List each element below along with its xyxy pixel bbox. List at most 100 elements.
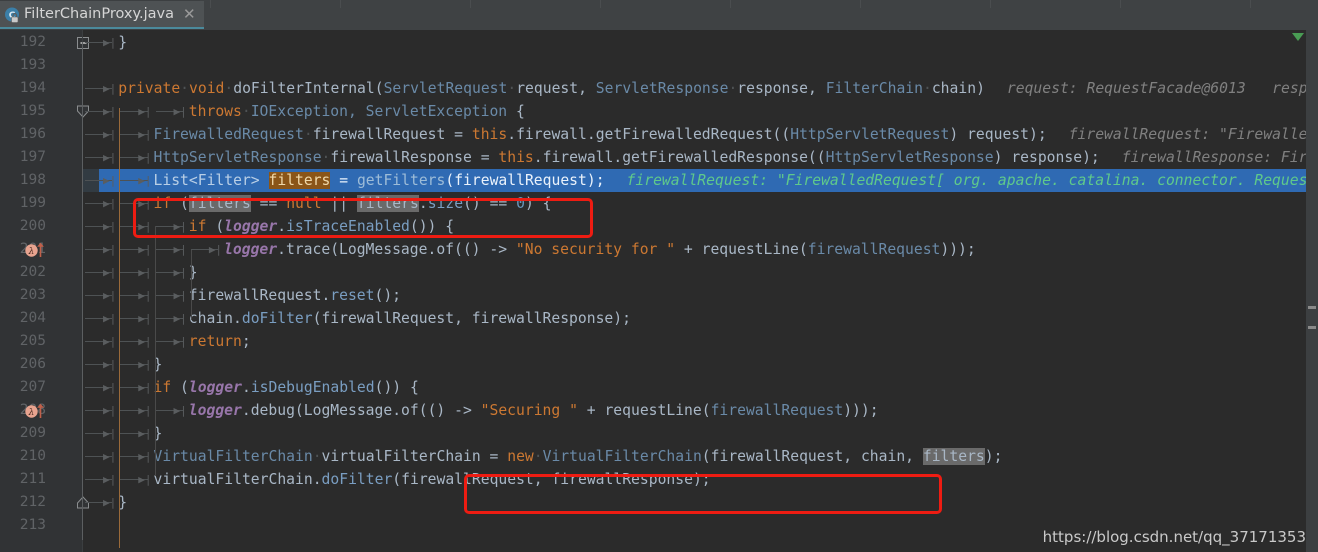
code-token: . [507, 126, 517, 143]
tab-whitespace-indicator: ▶| [154, 284, 189, 307]
code-token: IOException, [250, 103, 366, 120]
code-token: this [498, 149, 534, 166]
tab-whitespace-indicator: ▶| [189, 238, 224, 261]
code-token: ServletException [365, 103, 508, 120]
whitespace-dot: · [303, 126, 313, 143]
code-token: FilterChain [825, 80, 923, 97]
code-line[interactable]: ▶| private·void·doFilterInternal(ServletR… [83, 77, 1318, 100]
tab-whitespace-indicator: ▶| [118, 238, 153, 261]
code-token: HttpServletRequest [790, 126, 950, 143]
code-token: logger [224, 218, 278, 235]
code-token: request [967, 126, 1029, 143]
code-token: HttpServletResponse [825, 149, 994, 166]
code-token: "No security for " [515, 241, 676, 258]
tab-whitespace-indicator: ▶| [118, 422, 153, 445]
line-number: 210 [19, 448, 46, 464]
code-line[interactable]: ▶| ▶| if (logger.isDebugEnabled()) { [83, 376, 1318, 399]
whitespace-dot: · [224, 80, 234, 97]
tab-whitespace-indicator: ▶| [83, 77, 118, 100]
code-token: ( [206, 218, 225, 235]
code-token: ()) { [409, 218, 455, 235]
code-token: filters [188, 195, 251, 212]
code-line[interactable]: ▶| ▶| ▶| chain.doFilter(firewallRequest, fi… [83, 307, 1318, 330]
code-token: filters [356, 195, 419, 212]
code-token: VirtualFilterChain [153, 448, 313, 465]
code-token: isTraceEnabled [286, 218, 410, 235]
code-token: null [286, 195, 322, 212]
code-line[interactable]: ▶| ▶| ▶|} [83, 261, 1318, 284]
code-line[interactable]: ▶| ▶| ▶| return; [83, 330, 1318, 353]
code-token: void [189, 80, 225, 97]
code-line[interactable]: ▶| ▶| ▶| ▶| logger.trace(LogMessage.of(() ->… [83, 238, 1318, 261]
code-line[interactable] [83, 54, 1318, 77]
code-token: ))); [843, 402, 879, 419]
code-line[interactable]: ▶| ▶| HttpServletResponse·firewallResponse… [83, 146, 1318, 169]
tab-whitespace-indicator: ▶| [83, 491, 118, 514]
line-number: 205 [19, 333, 46, 349]
code-line[interactable]: ▶| ▶| ▶| firewallRequest.reset(); [83, 284, 1318, 307]
lambda-gutter-icon[interactable]: λ [24, 399, 48, 422]
tab-whitespace-indicator: ▶| [118, 307, 153, 330]
code-line[interactable]: ▶|} [83, 31, 1318, 54]
code-editor[interactable]: 192193194195196197198199200201λ202203204… [0, 30, 1318, 552]
code-line[interactable]: ▶| ▶| virtualFilterChain.doFilter(firewall… [83, 468, 1318, 491]
code-token: + [675, 241, 702, 258]
code-canvas[interactable]: ▶|} ▶| private·void·doFilterInternal(Servl… [83, 30, 1318, 552]
tab-whitespace-indicator: ▶| [118, 215, 153, 238]
line-number: 195 [19, 103, 46, 119]
code-token: + [577, 402, 605, 419]
code-token: throws [188, 103, 242, 120]
whitespace-dot: · [180, 80, 190, 97]
code-line[interactable]: ▶|} [83, 491, 1318, 514]
code-token: ()) { [374, 379, 419, 396]
line-number: 207 [19, 379, 46, 395]
code-line[interactable]: ▶| ▶|} [83, 422, 1318, 445]
tab-filterchainproxy[interactable]: C FilterChainProxy.java ✕ [0, 1, 204, 29]
code-token: private [118, 80, 181, 97]
tab-whitespace-indicator: ▶| [118, 261, 153, 284]
code-line[interactable]: ▶| ▶| ▶| if (logger.isTraceEnabled()) { [83, 215, 1318, 238]
close-icon[interactable]: ✕ [181, 6, 196, 22]
code-token: response [1011, 149, 1083, 166]
stripe-mark[interactable] [1308, 306, 1316, 309]
code-line[interactable]: ▶| ▶|} [83, 353, 1318, 376]
tab-whitespace-indicator: ▶| [83, 468, 118, 491]
tab-whitespace-indicator: ▶| [154, 238, 189, 261]
line-number: 213 [19, 517, 46, 533]
stripe-mark[interactable] [1308, 326, 1316, 329]
code-line[interactable]: ▶| ▶| ▶| throws·IOException, ServletExcepti… [83, 100, 1318, 123]
tab-seam [860, 0, 861, 8]
tab-whitespace-indicator: ▶| [118, 376, 153, 399]
code-token: chain [188, 310, 234, 327]
tab-seam [600, 0, 601, 8]
code-token: (( [772, 126, 791, 143]
editor-gutter[interactable]: 192193194195196197198199200201λ202203204… [0, 30, 89, 552]
code-line[interactable]: ▶| ▶| FirewalledRequest·firewallRequest = … [83, 123, 1318, 146]
code-line[interactable]: ▶| ▶| ▶| logger.debug(LogMessage.of(() -> "… [83, 399, 1318, 422]
tab-whitespace-indicator: ▶| [83, 399, 118, 422]
tab-whitespace-indicator: ▶| [83, 123, 118, 146]
code-token: (firewallRequest, firewallResponse); [392, 471, 711, 488]
code-token: getFilters [356, 172, 446, 189]
tab-whitespace-indicator: ▶| [83, 215, 118, 238]
code-token: ))); [940, 241, 976, 258]
code-token: 0 [516, 195, 525, 212]
code-token: () == [463, 195, 517, 212]
code-line[interactable]: ▶| ▶| VirtualFilterChain·virtualFilterChai… [83, 445, 1318, 468]
indent-guide [191, 250, 192, 320]
code-line[interactable]: ▶| ▶| if (filters == null || filters.size(… [83, 192, 1318, 215]
line-number: 204 [19, 310, 46, 326]
tab-whitespace-indicator: ▶| [83, 192, 118, 215]
editor-scrollbar[interactable] [1306, 30, 1318, 552]
code-line[interactable]: ▶| ▶| List<Filter> filters = getFilters(fi… [83, 169, 1318, 192]
lambda-gutter-icon[interactable]: λ [24, 238, 48, 261]
tab-whitespace-indicator: ▶| [118, 123, 153, 146]
tab-seam [990, 0, 991, 8]
code-token: VirtualFilterChain [542, 448, 702, 465]
code-token: if [153, 195, 172, 212]
code-token: (LogMessage. [294, 402, 402, 419]
code-token: firewallRequest [710, 402, 844, 419]
code-token: . [321, 287, 331, 304]
tab-whitespace-indicator: ▶| [154, 261, 189, 284]
